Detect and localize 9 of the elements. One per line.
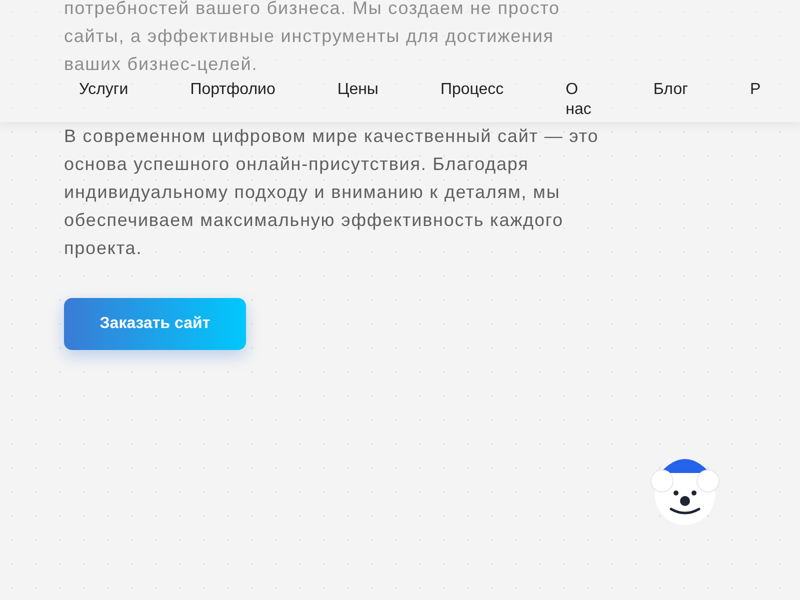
- intro-paragraph: В современном цифровом мире качественный сайт — это основа успешного онлайн-присутствия. Благодаря индивидуальному подходу и вниманию к деталям, мы обеспечиваем максимальную эффективность каждого проекта.: [64, 125, 600, 260]
- nav-link[interactable]: О нас: [566, 80, 592, 120]
- nav-link[interactable]: Портфолио: [190, 80, 276, 120]
- nav-link[interactable]: Процесс: [440, 80, 504, 120]
- nav-link[interactable]: Блог: [653, 80, 688, 120]
- nav-link[interactable]: Р: [750, 80, 761, 120]
- nav-link[interactable]: Услуги: [79, 80, 128, 120]
- nav-link[interactable]: Цены: [337, 80, 378, 120]
- intro-paragraph: потребностей вашего бизнеса. Мы создаем не просто сайты, а эффективные инструменты для достижения ваших бизнес-целей.: [64, 0, 561, 76]
